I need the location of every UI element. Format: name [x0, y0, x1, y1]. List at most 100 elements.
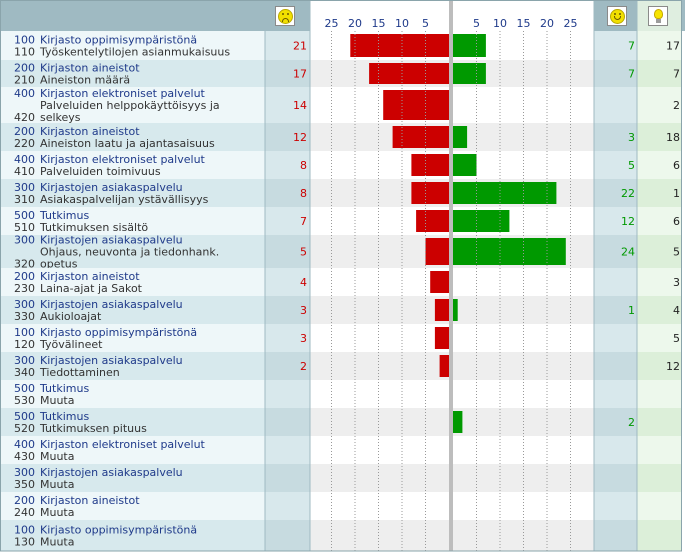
- item-name: Tutkimuksen sisältö: [39, 221, 148, 234]
- item-name: Palveluiden toimivuus: [40, 165, 161, 178]
- right-axis-tick-label: 5: [473, 17, 480, 30]
- positive-count-cell: [594, 268, 637, 296]
- negative-count: 17: [293, 68, 307, 81]
- positive-count-cell: [594, 464, 637, 492]
- right-axis-tick-label: 10: [493, 17, 507, 30]
- positive-bar: [453, 411, 463, 433]
- positive-count: 2: [628, 416, 635, 429]
- happy-face-icon: [607, 6, 627, 26]
- positive-count-cell: [594, 520, 637, 551]
- negative-count: 14: [293, 99, 307, 112]
- positive-count: 22: [621, 187, 635, 200]
- negative-bar: [430, 271, 449, 293]
- item-code: 130: [14, 536, 35, 549]
- sad-face-icon: [275, 6, 295, 26]
- item-code: 330: [14, 310, 35, 323]
- idea-count: 6: [673, 215, 680, 228]
- negative-count: 8: [300, 159, 307, 172]
- item-name: Työvälineet: [39, 338, 103, 351]
- negative-bar: [392, 126, 449, 148]
- negative-count-cell: [265, 520, 310, 551]
- negative-count-cell: [265, 380, 310, 408]
- negative-bar: [434, 299, 449, 321]
- negative-bar: [411, 182, 449, 204]
- negative-count-cell: [265, 464, 310, 492]
- negative-bar: [369, 63, 449, 84]
- negative-count: 8: [300, 187, 307, 200]
- positive-count: 24: [621, 246, 635, 259]
- group-code: 400: [14, 87, 35, 100]
- positive-bar: [453, 299, 458, 321]
- negative-count-cell: [265, 408, 310, 436]
- item-name: Muuta: [40, 450, 75, 463]
- item-name: Asiakaspalvelijan ystävällisyys: [40, 193, 209, 206]
- item-code: 120: [14, 338, 35, 351]
- positive-count-cell: [594, 380, 637, 408]
- idea-count-cell: [637, 464, 681, 492]
- item-name: selkeys: [40, 111, 81, 124]
- item-name: Muuta: [40, 536, 75, 549]
- idea-count-cell: [637, 436, 681, 464]
- idea-count: 2: [673, 99, 680, 112]
- idea-count-cell: [637, 380, 681, 408]
- item-code: 530: [14, 394, 35, 407]
- negative-bar: [350, 34, 449, 57]
- positive-count-cell: [594, 352, 637, 380]
- item-code: 240: [14, 506, 35, 519]
- negative-count: 4: [300, 276, 307, 289]
- item-name: Muuta: [40, 506, 75, 519]
- positive-count: 7: [628, 68, 635, 81]
- positive-count-cell: [594, 87, 637, 123]
- group-code: 300: [14, 234, 35, 247]
- positive-count: 1: [628, 304, 635, 317]
- negative-count-cell: [265, 436, 310, 464]
- item-code: 510: [14, 221, 35, 234]
- positive-count-cell: [594, 324, 637, 352]
- item-name: Tutkimuksen pituus: [39, 422, 147, 435]
- left-axis-tick-label: 25: [325, 17, 339, 30]
- item-code: 310: [14, 193, 35, 206]
- right-axis-tick-label: 20: [540, 17, 554, 30]
- left-axis-tick-label: 20: [348, 17, 362, 30]
- positive-bar: [453, 154, 477, 176]
- left-axis-tick-label: 5: [422, 17, 429, 30]
- positive-bar: [453, 210, 510, 232]
- item-code: 520: [14, 422, 35, 435]
- right-axis-tick-label: 15: [517, 17, 531, 30]
- item-name: Työskentelytilojen asianmukaisuus: [39, 46, 230, 59]
- center-divider: [449, 0, 453, 551]
- item-name: Aukioloajat: [40, 310, 102, 323]
- right-axis-tick-label: 25: [564, 17, 578, 30]
- item-code: 340: [14, 366, 35, 379]
- positive-bar: [453, 34, 486, 57]
- positive-count-cell: [594, 436, 637, 464]
- positive-bar: [453, 63, 486, 84]
- idea-count: 1: [673, 187, 680, 200]
- positive-bar: [453, 182, 557, 204]
- positive-count: 3: [628, 131, 635, 144]
- positive-count-cell: [594, 492, 637, 520]
- item-name: Aineiston laatu ja ajantasaisuus: [40, 137, 215, 150]
- positive-bar: [453, 238, 566, 265]
- positive-count: 12: [621, 215, 635, 228]
- idea-count-cell: [637, 492, 681, 520]
- idea-count: 6: [673, 159, 680, 172]
- idea-count: 4: [673, 304, 680, 317]
- feedback-chart: 25 20 15 10 5 5 10 15 20 25100 Kirjasto oppimisymp…: [0, 0, 685, 552]
- item-code: 110: [14, 46, 35, 59]
- idea-count: 17: [666, 40, 680, 53]
- left-axis-tick-label: 10: [395, 17, 409, 30]
- negative-count: 2: [300, 360, 307, 373]
- item-code: 220: [14, 137, 35, 150]
- idea-count: 3: [673, 276, 680, 289]
- negative-bar: [434, 327, 449, 349]
- item-code: 410: [14, 165, 35, 178]
- idea-count: 18: [666, 131, 680, 144]
- negative-count-cell: [265, 492, 310, 520]
- negative-count: 3: [300, 332, 307, 345]
- item-name: Muuta: [40, 394, 75, 407]
- item-code: 420: [14, 111, 35, 124]
- idea-count: 12: [666, 360, 680, 373]
- negative-count: 3: [300, 304, 307, 317]
- negative-count: 12: [293, 131, 307, 144]
